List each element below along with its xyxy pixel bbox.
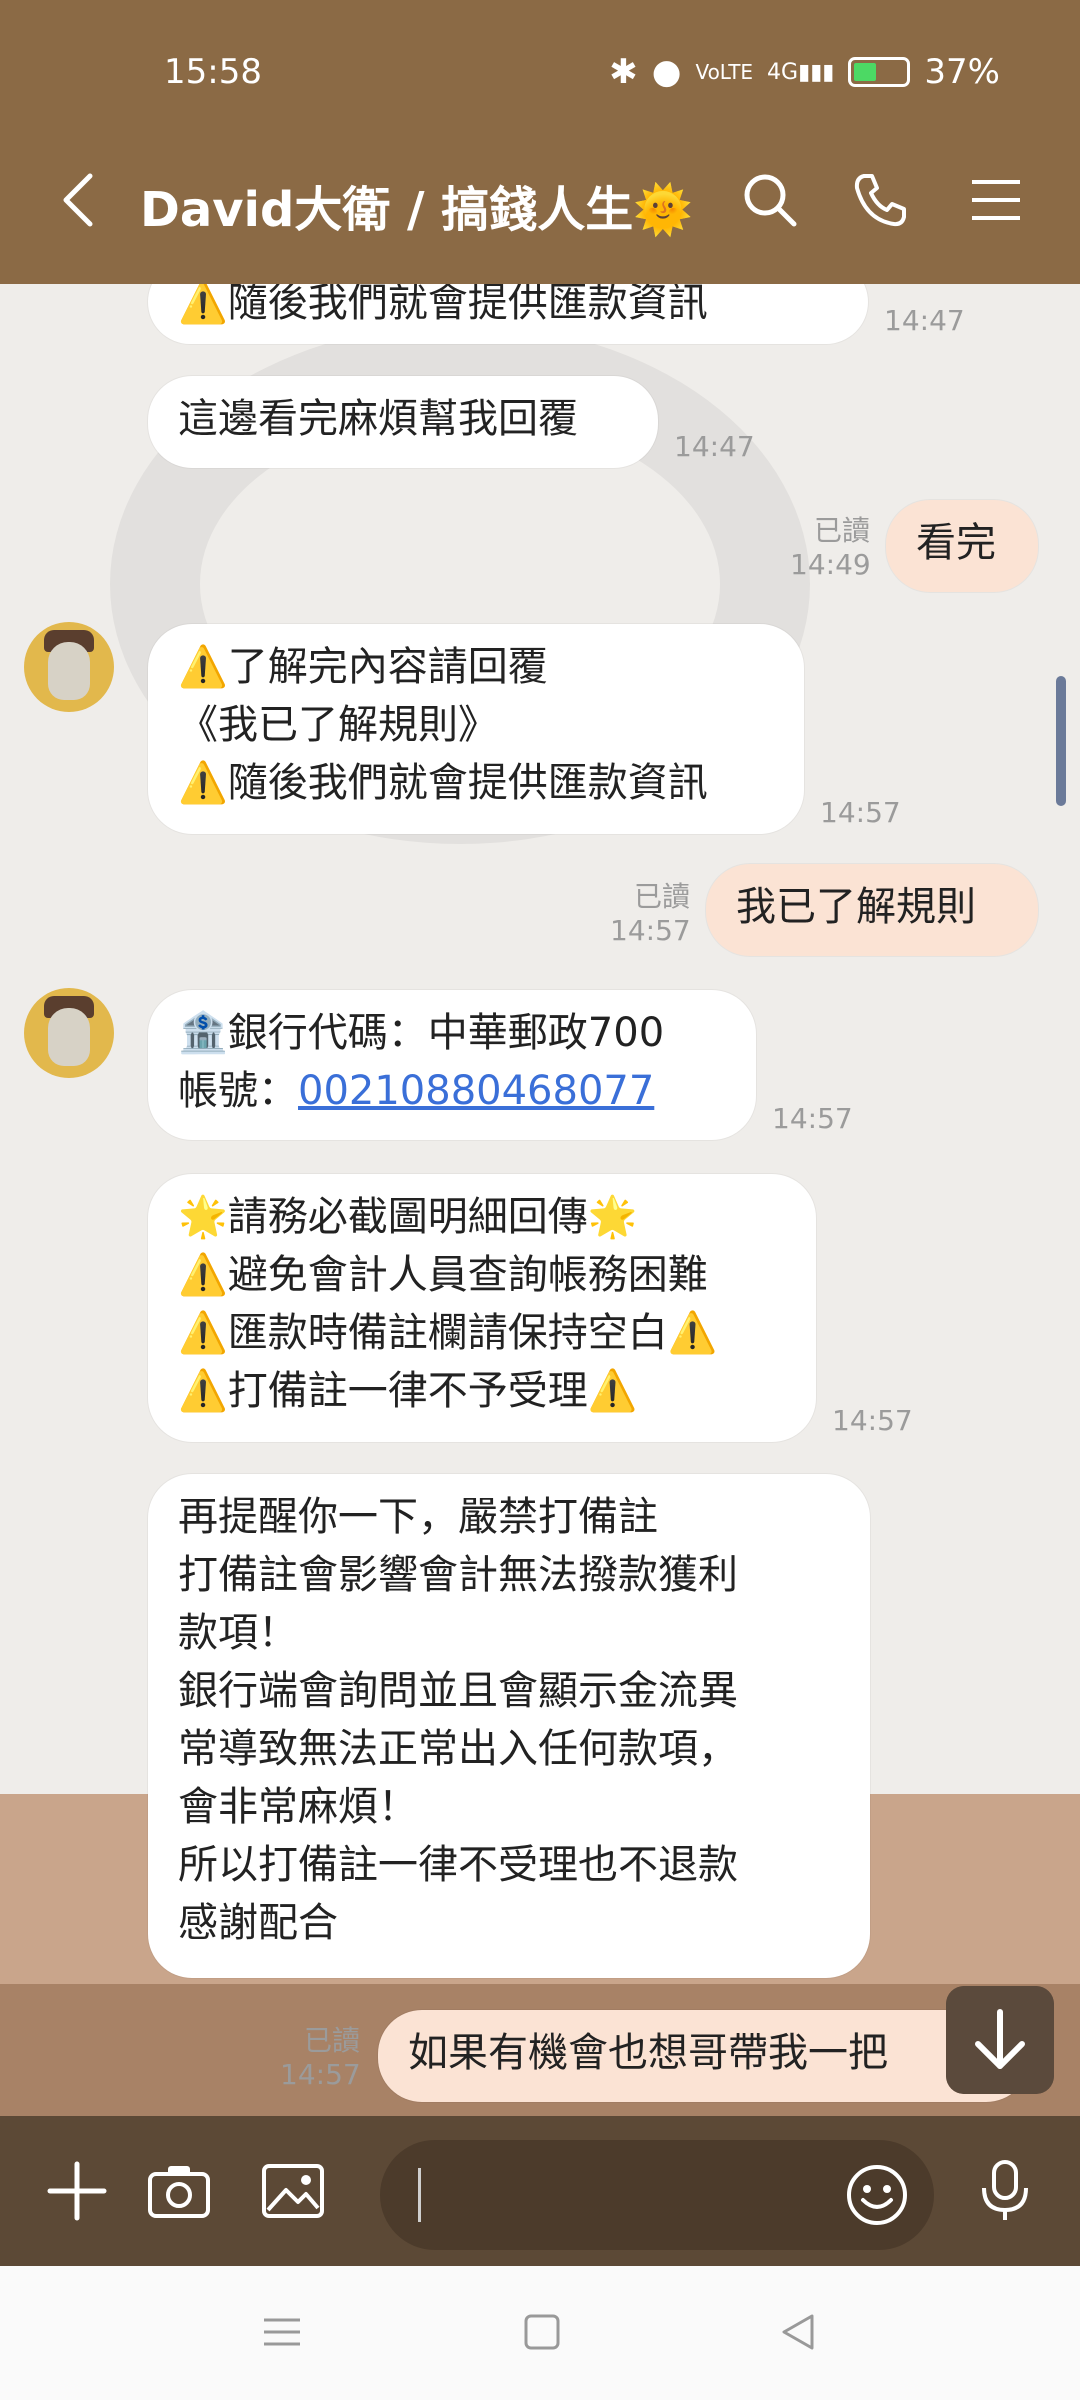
avatar[interactable] bbox=[24, 622, 114, 712]
menu-icon[interactable] bbox=[966, 170, 1026, 230]
message-time: 14:57 bbox=[772, 1102, 853, 1135]
input-bar bbox=[0, 2116, 1080, 2266]
read-receipt: 已讀 bbox=[813, 514, 870, 547]
message-bubble[interactable]: ⚠️了解完內容請回覆 《我已了解規則》 ⚠️隨後我們就會提供匯款資訊 bbox=[148, 624, 804, 834]
image-icon[interactable] bbox=[260, 2158, 326, 2224]
message-time: 已讀 14:57 bbox=[280, 2024, 361, 2091]
avatar[interactable] bbox=[24, 988, 114, 1078]
bluetooth-icon: ✱ bbox=[609, 52, 638, 92]
message-time: 14:47 bbox=[884, 304, 965, 337]
plus-icon[interactable] bbox=[44, 2158, 110, 2224]
my-message-bubble[interactable]: 看完 bbox=[886, 500, 1038, 592]
back-arrow-icon[interactable] bbox=[50, 168, 114, 232]
camera-icon[interactable] bbox=[146, 2158, 212, 2224]
phone-icon[interactable] bbox=[850, 170, 910, 230]
message-time: 14:57 bbox=[832, 1404, 913, 1437]
message-time: 已讀 14:49 bbox=[790, 514, 871, 581]
system-nav-bar bbox=[0, 2266, 1080, 2400]
message-bubble[interactable]: ⚠️隨後我們就會提供匯款資訊 bbox=[148, 284, 868, 344]
text-caret bbox=[418, 2168, 421, 2222]
read-receipt: 已讀 bbox=[303, 2024, 360, 2057]
signal-icon: 4G▮▮▮ bbox=[767, 59, 835, 85]
message-bubble[interactable]: 🌟請務必截圖明細回傳🌟 ⚠️避免會計人員查詢帳務困難 ⚠️匯款時備註欄請保持空白… bbox=[148, 1174, 816, 1442]
status-icons: ✱ ● VoLTE 4G▮▮▮ 37% bbox=[609, 52, 1000, 92]
chat-header: 15:58 ✱ ● VoLTE 4G▮▮▮ 37% David大衛 / 搞錢人生… bbox=[0, 0, 1080, 284]
message-bubble[interactable]: 🏦銀行代碼：中華郵政700 帳號：00210880468077 bbox=[148, 990, 756, 1140]
message-time: 14:57 bbox=[820, 796, 901, 829]
mic-icon[interactable] bbox=[972, 2158, 1038, 2224]
message-time: 14:47 bbox=[674, 430, 755, 463]
recent-apps-icon[interactable] bbox=[262, 2312, 302, 2352]
emoji-icon[interactable] bbox=[844, 2162, 910, 2228]
search-icon[interactable] bbox=[740, 170, 800, 230]
battery-percent: 37% bbox=[924, 52, 1000, 92]
nav-back-icon[interactable] bbox=[778, 2312, 818, 2352]
status-bar: 15:58 ✱ ● VoLTE 4G▮▮▮ 37% bbox=[0, 40, 1080, 104]
chat-title[interactable]: David大衛 / 搞錢人生🌞 bbox=[140, 170, 693, 240]
arrow-down-icon[interactable] bbox=[946, 1986, 1054, 2094]
battery-icon bbox=[848, 57, 911, 87]
message-bubble[interactable]: 再提醒你一下，嚴禁打備註 打備註會影響會計無法撥款獲利 款項！ 銀行端會詢問並且… bbox=[148, 1474, 870, 1978]
volte-icon: VoLTE bbox=[695, 60, 754, 84]
scrollbar[interactable] bbox=[1056, 676, 1066, 806]
my-message-bubble[interactable]: 如果有機會也想哥帶我一把 bbox=[378, 2010, 1030, 2102]
chat-area[interactable]: ⚠️隨後我們就會提供匯款資訊 14:47 這邊看完麻煩幫我回覆 14:47 已讀… bbox=[0, 284, 1080, 2116]
message-bubble[interactable]: 這邊看完麻煩幫我回覆 bbox=[148, 376, 658, 468]
account-number-link[interactable]: 00210880468077 bbox=[298, 1068, 654, 1114]
title-bar: David大衛 / 搞錢人生🌞 bbox=[0, 150, 1080, 250]
read-receipt: 已讀 bbox=[633, 880, 690, 913]
message-time: 已讀 14:57 bbox=[610, 880, 691, 947]
location-icon: ● bbox=[651, 52, 682, 92]
my-message-bubble[interactable]: 我已了解規則 bbox=[706, 864, 1038, 956]
home-icon[interactable] bbox=[522, 2312, 562, 2352]
status-time: 15:58 bbox=[164, 52, 262, 92]
message-input[interactable] bbox=[380, 2140, 934, 2250]
